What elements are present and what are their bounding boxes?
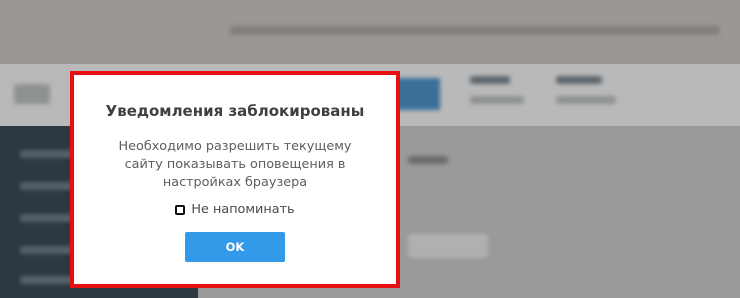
blurred-content-text xyxy=(408,156,448,164)
dont-remind-option[interactable]: Не напоминать xyxy=(175,202,295,217)
ok-button[interactable]: OK xyxy=(185,232,285,262)
blurred-browser-header xyxy=(0,0,740,64)
blurred-toolbar-item xyxy=(470,76,510,84)
dialog-message: Необходимо разрешить текущему сайту пока… xyxy=(118,139,352,190)
blurred-header-text xyxy=(230,26,720,35)
dont-remind-label[interactable]: Не напоминать xyxy=(191,202,294,217)
blurred-toolbar-item xyxy=(470,96,524,104)
dont-remind-checkbox[interactable] xyxy=(175,204,186,215)
blurred-toolbar-icon xyxy=(14,84,50,104)
blurred-content-block xyxy=(408,234,488,258)
blurred-toolbar-item xyxy=(556,76,602,84)
dialog-highlight-frame: Уведомления заблокированы Необходимо раз… xyxy=(70,71,400,288)
dialog-title: Уведомления заблокированы xyxy=(105,102,365,120)
notifications-blocked-dialog: Уведомления заблокированы Необходимо раз… xyxy=(74,75,396,284)
blurred-toolbar-item xyxy=(556,96,616,104)
